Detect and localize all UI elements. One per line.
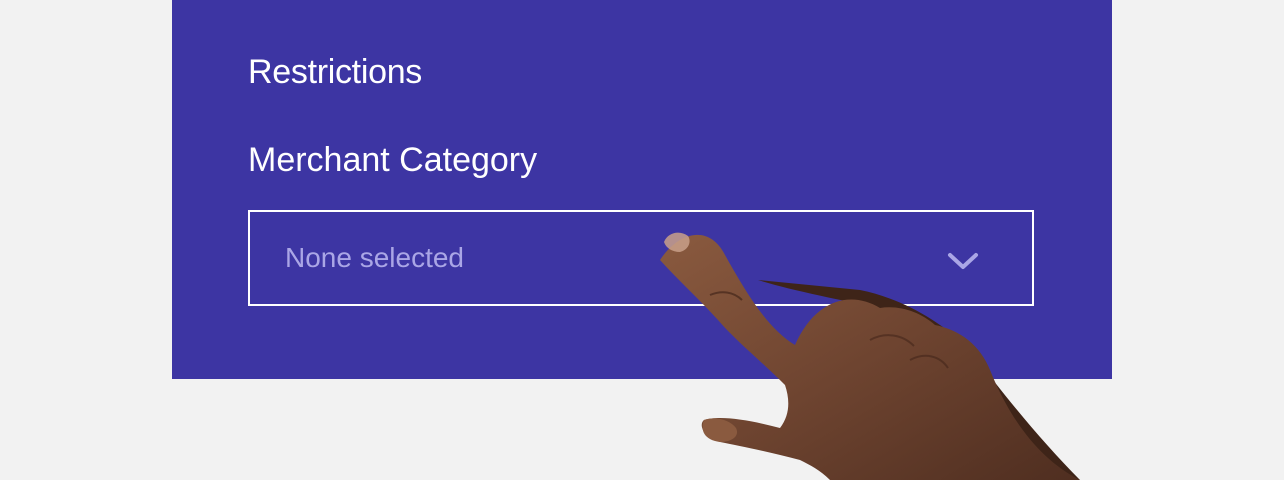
select-value: None selected: [285, 242, 465, 273]
section-title: Restrictions: [248, 53, 423, 91]
page-canvas: Restrictions Merchant Category None sele…: [0, 0, 1284, 480]
pointing-hand-image: [660, 232, 1080, 480]
merchant-category-label: Merchant Category: [248, 141, 538, 179]
